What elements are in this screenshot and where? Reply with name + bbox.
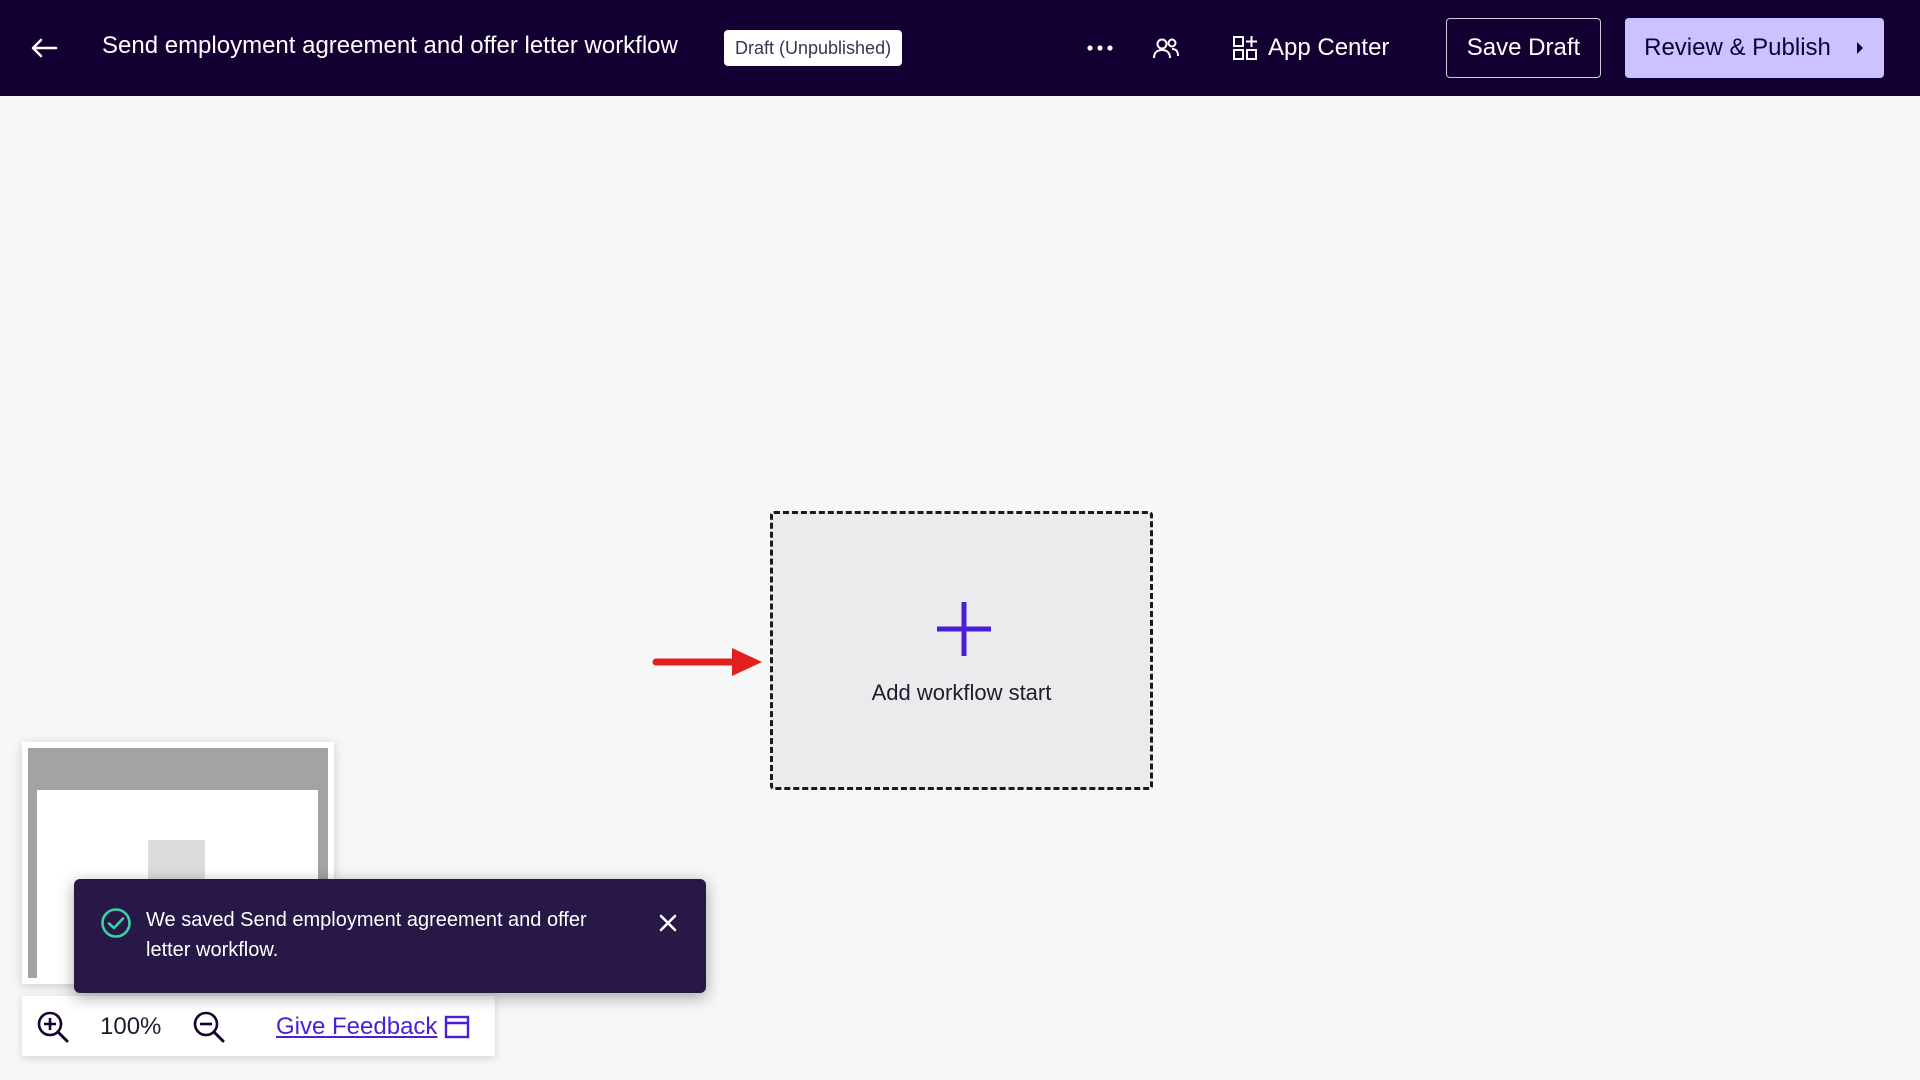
collaborators-button[interactable]: [1146, 30, 1186, 66]
caret-right-icon: [1856, 42, 1863, 54]
ellipsis-icon: [1087, 45, 1113, 51]
zoom-in-icon[interactable]: [36, 1010, 70, 1044]
arrow-left-icon: [31, 38, 58, 58]
users-icon: [1153, 38, 1179, 59]
add-workflow-start-node[interactable]: Add workflow start: [770, 511, 1153, 790]
zoom-toolbar: 100% Give Feedback: [22, 996, 495, 1056]
save-draft-button[interactable]: Save Draft: [1446, 18, 1601, 78]
workflow-title: Send employment agreement and offer lett…: [102, 32, 678, 59]
zoom-out-icon[interactable]: [192, 1010, 226, 1044]
app-center-button[interactable]: App Center: [1232, 28, 1389, 68]
back-button[interactable]: [26, 30, 62, 66]
review-publish-button[interactable]: Review & Publish: [1625, 18, 1884, 78]
plus-icon: [937, 602, 991, 656]
review-publish-label: Review & Publish: [1644, 34, 1831, 61]
annotation-arrow-icon: [652, 648, 762, 676]
top-header: Send employment agreement and offer lett…: [0, 0, 1920, 96]
zoom-level: 100%: [100, 1013, 162, 1040]
status-badge: Draft (Unpublished): [724, 30, 903, 66]
give-feedback-link[interactable]: Give Feedback: [276, 1013, 437, 1041]
app-center-label: App Center: [1268, 34, 1390, 61]
toast-close-button[interactable]: [652, 907, 684, 939]
start-node-label: Add workflow start: [871, 680, 1052, 705]
more-options-button[interactable]: [1080, 30, 1120, 66]
feedback-window-icon[interactable]: [444, 1014, 470, 1040]
minimap-node: [148, 840, 205, 882]
close-icon: [659, 914, 677, 932]
apps-grid-icon: [1233, 36, 1257, 60]
check-circle-icon: [101, 908, 131, 938]
toast-message: We saved Send employment agreement and o…: [146, 909, 587, 961]
save-toast: We saved Send employment agreement and o…: [74, 879, 706, 993]
